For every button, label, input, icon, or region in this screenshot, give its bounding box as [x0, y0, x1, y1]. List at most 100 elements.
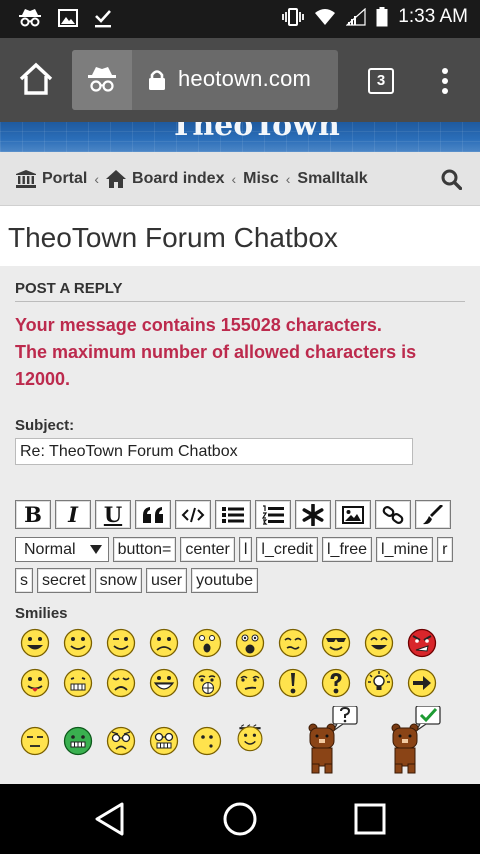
color-button[interactable] [415, 500, 451, 529]
tab-switcher-button[interactable]: 3 [368, 68, 394, 94]
site-banner[interactable]: TheoTown [0, 122, 480, 152]
cool-icon[interactable] [321, 628, 351, 658]
bold-button[interactable]: B [15, 500, 51, 529]
sad-icon[interactable] [149, 628, 179, 658]
surprised-icon[interactable] [192, 628, 222, 658]
system-nav-bar [0, 784, 480, 854]
bbcode-user[interactable]: user [145, 568, 188, 593]
breadcrumb-separator: ‹ [285, 170, 291, 187]
incognito-icon [88, 67, 116, 92]
shocked-icon[interactable] [235, 628, 265, 658]
nervous-icon[interactable] [63, 668, 93, 698]
image-icon [342, 505, 364, 524]
bbcode-button[interactable]: button= [112, 537, 177, 562]
arrow-icon[interactable] [407, 668, 437, 698]
bear-check-icon[interactable] [386, 706, 442, 776]
subject-label: Subject: [15, 417, 75, 434]
thinking-icon[interactable] [192, 726, 222, 756]
post-reply-panel: POST A REPLY Your message contains 15502… [0, 266, 480, 786]
url-text: heotown.com [178, 66, 312, 91]
divider [15, 301, 465, 302]
recents-icon[interactable] [354, 803, 386, 835]
numbered-list-icon [262, 504, 284, 525]
bbcode-row-1: Normal button= center l l_credit l_free … [15, 537, 453, 562]
dropdown-arrow-icon [89, 544, 102, 554]
address-bar[interactable]: heotown.com [72, 50, 338, 110]
image-notification-icon [58, 9, 78, 27]
format-toolbar: B I U [15, 500, 451, 529]
bbcode-l-credit[interactable]: l_credit [256, 537, 318, 562]
smilies-label: Smilies [15, 605, 68, 622]
home-nav-icon[interactable] [222, 801, 258, 837]
asterisk-icon [302, 503, 324, 526]
link-button[interactable] [375, 500, 411, 529]
breadcrumb-smalltalk[interactable]: Smalltalk [297, 170, 367, 188]
bbcode-snow[interactable]: snow [94, 568, 142, 593]
search-icon[interactable] [441, 169, 463, 195]
clenched-teeth-icon[interactable] [192, 668, 222, 698]
page-title[interactable]: TheoTown Forum Chatbox [8, 222, 338, 254]
breadcrumb-portal[interactable]: Portal [16, 169, 87, 188]
headphones-smiley-icon[interactable] [235, 722, 265, 752]
wink-icon[interactable] [106, 628, 136, 658]
image-button[interactable] [335, 500, 371, 529]
happy-icon[interactable] [63, 628, 93, 658]
bbcode-l-free[interactable]: l_free [322, 537, 373, 562]
lock-icon [148, 69, 166, 96]
rolling-eyes-icon[interactable] [235, 668, 265, 698]
cellular-signal-icon [346, 8, 366, 26]
font-size-select[interactable]: Normal [15, 537, 109, 562]
building-icon [16, 169, 36, 188]
mad-icon[interactable] [407, 628, 437, 658]
italic-button[interactable]: I [55, 500, 91, 529]
home-icon [19, 62, 53, 95]
grin-icon[interactable] [149, 668, 179, 698]
bbcode-center[interactable]: center [180, 537, 235, 562]
breadcrumb-separator: ‹ [94, 170, 100, 187]
code-icon [181, 507, 205, 522]
quote-button[interactable] [135, 500, 171, 529]
idea-icon[interactable] [364, 668, 394, 698]
quote-icon [143, 506, 163, 523]
vibrate-icon [282, 7, 305, 27]
laughing-icon[interactable] [364, 628, 394, 658]
breadcrumb-misc[interactable]: Misc [243, 170, 279, 188]
home-button[interactable] [18, 62, 54, 98]
smile-icon[interactable] [20, 628, 50, 658]
asterisk-button[interactable] [295, 500, 331, 529]
banner-logo-text: TheoTown [170, 122, 340, 143]
link-icon [382, 505, 404, 524]
list-button[interactable] [215, 500, 251, 529]
bbcode-secret[interactable]: secret [37, 568, 91, 593]
question-icon[interactable] [321, 668, 351, 698]
numbered-list-button[interactable] [255, 500, 291, 529]
incognito-badge [72, 50, 132, 110]
incognito-notification-icon [18, 8, 42, 28]
bbcode-l-mine[interactable]: l_mine [376, 537, 434, 562]
code-button[interactable] [175, 500, 211, 529]
sick-icon[interactable] [63, 726, 93, 756]
grumpy-glasses-icon[interactable] [106, 726, 136, 756]
bear-question-icon[interactable] [303, 706, 359, 776]
download-done-icon [94, 8, 112, 28]
bbcode-s[interactable]: s [15, 568, 33, 593]
nerd-icon[interactable] [149, 726, 179, 756]
home-icon [106, 169, 127, 188]
section-title: POST A REPLY [15, 280, 123, 297]
back-icon[interactable] [94, 802, 126, 836]
bbcode-r[interactable]: r [437, 537, 453, 562]
crying-icon[interactable] [106, 668, 136, 698]
confused-icon[interactable] [278, 628, 308, 658]
bbcode-l[interactable]: l [238, 537, 253, 562]
browser-toolbar: heotown.com 3 [0, 38, 480, 122]
bbcode-row-2: s secret snow user youtube [15, 568, 258, 593]
razz-icon[interactable] [20, 668, 50, 698]
underline-button[interactable]: U [95, 500, 131, 529]
breadcrumb-board-index[interactable]: Board index [106, 169, 224, 188]
neutral-icon[interactable] [20, 726, 50, 756]
error-message: Your message contains 155028 characters.… [15, 315, 417, 389]
subject-input[interactable] [15, 438, 413, 465]
bbcode-youtube[interactable]: youtube [191, 568, 258, 593]
exclamation-icon[interactable] [278, 668, 308, 698]
overflow-menu-icon[interactable] [440, 68, 450, 96]
